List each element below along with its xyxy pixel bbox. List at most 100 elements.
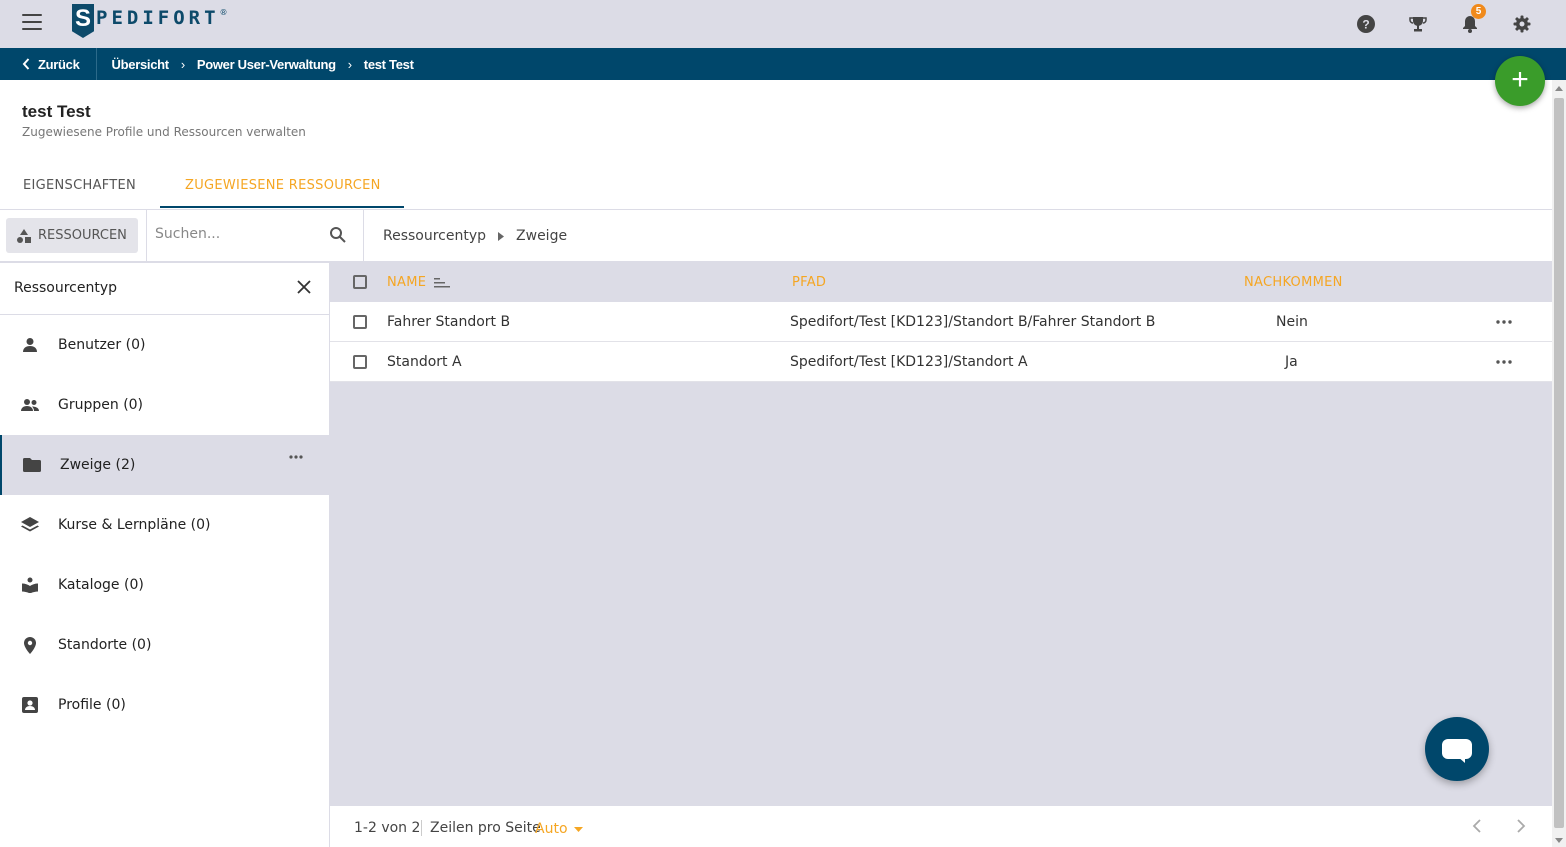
breadcrumb-separator: › [180, 56, 185, 72]
scroll-down-arrow-icon[interactable] [1555, 838, 1563, 843]
more-horizontal-icon[interactable] [1496, 320, 1512, 324]
breadcrumb: Übersicht › Power User-Verwaltung › test… [97, 57, 414, 72]
cell-descendants: Ja [1285, 354, 1298, 370]
person-icon [20, 336, 40, 354]
breadcrumb-item-overview[interactable]: Übersicht [112, 57, 170, 72]
tab-assigned-resources[interactable]: Zugewiesene Ressourcen [185, 178, 381, 193]
column-header-name[interactable]: Name [387, 275, 451, 290]
profile-card-icon [20, 696, 40, 714]
row-checkbox[interactable] [353, 355, 367, 369]
sidebar-item-courses[interactable]: Kurse & Lernpläne (0) [0, 495, 329, 555]
divider [421, 820, 422, 836]
location-pin-icon [20, 636, 40, 654]
sidebar-item-label: Kurse & Lernpläne (0) [58, 517, 211, 533]
book-icon [20, 576, 40, 594]
path-item-resource-type[interactable]: Ressourcentyp [383, 228, 486, 244]
tab-properties[interactable]: Eigenschaften [23, 178, 136, 193]
resource-path-breadcrumb: Ressourcentyp Zweige [383, 228, 567, 244]
notification-badge: 5 [1471, 4, 1486, 19]
sidebar-item-label: Benutzer (0) [58, 337, 146, 353]
top-bar: S PEDIFORT ® ? 5 [0, 0, 1566, 48]
search-icon[interactable] [329, 226, 347, 244]
resources-button-label: Ressourcen [38, 228, 127, 243]
breadcrumb-separator: › [347, 56, 352, 72]
sidebar-item-label: Gruppen (0) [58, 397, 144, 413]
help-icon[interactable]: ? [1340, 10, 1392, 38]
caret-right-icon [498, 231, 505, 241]
sidebar-item-profiles[interactable]: Profile (0) [0, 675, 329, 735]
more-horizontal-icon[interactable] [1496, 360, 1512, 364]
settings-gear-icon[interactable] [1496, 10, 1548, 38]
folder-icon [22, 456, 42, 474]
rows-per-page-select[interactable]: Auto [535, 821, 583, 837]
sidebar-header: Ressourcentyp [0, 263, 329, 315]
logo-initial: S [72, 4, 94, 38]
column-header-descendants[interactable]: Nachkommen [1244, 275, 1343, 290]
rows-per-page-label: Zeilen pro Seite [430, 820, 541, 836]
back-label: Zurück [38, 56, 80, 72]
resources-button[interactable]: Ressourcen [6, 218, 138, 253]
previous-page-icon[interactable] [1472, 818, 1482, 834]
active-tab-indicator [160, 206, 404, 208]
resource-type-sidebar: Ressourcentyp Benutzer (0) Gruppen (0) Z… [0, 263, 329, 847]
add-button[interactable]: + [1495, 56, 1545, 106]
logo-registered: ® [219, 8, 228, 17]
breadcrumb-item-current: test Test [363, 56, 414, 72]
pagination-range: 1-2 von 2 [354, 820, 421, 836]
cell-name: Standort A [387, 354, 462, 370]
table-row[interactable]: Fahrer Standort B Spedifort/Test [KD123]… [330, 302, 1552, 342]
select-all-checkbox[interactable] [353, 275, 367, 289]
layers-icon [20, 516, 40, 534]
column-header-path[interactable]: Pfad [792, 275, 826, 290]
rows-per-page-value: Auto [535, 821, 568, 837]
svg-text:?: ? [1362, 18, 1369, 32]
page-scrollbar[interactable] [1552, 80, 1566, 847]
sidebar-item-users[interactable]: Benutzer (0) [0, 315, 329, 375]
search-box [146, 210, 364, 262]
sidebar-item-branches[interactable]: Zweige (2) [0, 435, 329, 495]
breadcrumb-item-power-user[interactable]: Power User-Verwaltung [197, 57, 336, 72]
resources-toolbar: Ressourcen Ressourcentyp Zweige [0, 210, 1552, 262]
menu-icon[interactable] [22, 14, 42, 30]
sidebar-item-label: Kataloge (0) [58, 577, 144, 593]
logo-text: PEDIFORT [96, 7, 220, 29]
sort-icon [434, 277, 451, 287]
column-header-label: Name [387, 275, 427, 290]
sidebar-item-locations[interactable]: Standorte (0) [0, 615, 329, 675]
close-icon[interactable] [297, 280, 311, 294]
page-subtitle: Zugewiesene Profile und Ressourcen verwa… [22, 125, 306, 139]
sidebar-item-groups[interactable]: Gruppen (0) [0, 375, 329, 435]
group-icon [20, 396, 40, 414]
page-title: test Test [22, 102, 91, 121]
cell-name: Fahrer Standort B [387, 314, 511, 330]
page-header: test Test Zugewiesene Profile und Ressou… [0, 80, 1552, 210]
sidebar-item-label: Profile (0) [58, 697, 126, 713]
search-input[interactable] [155, 226, 320, 242]
sidebar-item-catalogs[interactable]: Kataloge (0) [0, 555, 329, 615]
back-button[interactable]: Zurück [0, 48, 97, 80]
shapes-icon [17, 228, 31, 243]
resources-table: Name Pfad Nachkommen Fahrer Standort B S… [330, 263, 1552, 805]
path-item-current: Zweige [516, 228, 568, 244]
chevron-left-icon [22, 58, 30, 70]
sidebar-item-label: Standorte (0) [58, 637, 152, 653]
table-header: Name Pfad Nachkommen [330, 263, 1552, 301]
caret-down-icon [573, 826, 583, 832]
pagination-footer: 1-2 von 2 Zeilen pro Seite Auto [330, 806, 1552, 847]
cell-path: Spedifort/Test [KD123]/Standort A [790, 354, 1028, 370]
bell-icon[interactable]: 5 [1444, 4, 1496, 38]
sidebar-item-label: Zweige (2) [60, 457, 136, 473]
chat-launcher-button[interactable] [1425, 717, 1489, 781]
spedifort-logo[interactable]: S PEDIFORT ® [72, 4, 228, 38]
cell-path: Spedifort/Test [KD123]/Standort B/Fahrer… [790, 314, 1156, 330]
cell-descendants: Nein [1276, 314, 1308, 330]
scroll-up-arrow-icon[interactable] [1555, 86, 1563, 91]
next-page-icon[interactable] [1516, 818, 1526, 834]
trophy-icon[interactable] [1392, 10, 1444, 38]
more-horizontal-icon[interactable] [289, 455, 303, 459]
breadcrumb-bar: Zurück Übersicht › Power User-Verwaltung… [0, 48, 1566, 80]
table-row[interactable]: Standort A Spedifort/Test [KD123]/Stando… [330, 342, 1552, 382]
sidebar-title: Ressourcentyp [14, 280, 118, 296]
scroll-thumb[interactable] [1554, 98, 1564, 828]
row-checkbox[interactable] [353, 315, 367, 329]
